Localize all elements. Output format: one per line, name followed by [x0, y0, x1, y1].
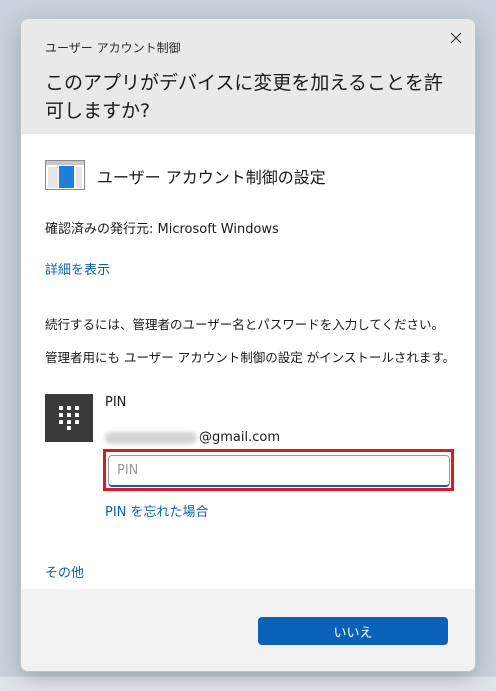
window-title: ユーザー アカウント制御	[45, 41, 181, 55]
close-button[interactable]	[445, 27, 467, 49]
show-details-link[interactable]: 詳細を表示	[45, 259, 110, 278]
pin-input[interactable]	[108, 455, 450, 487]
no-button[interactable]: いいえ	[258, 617, 448, 645]
install-note-text: 管理者用にも ユーザー アカウント制御の設定 がインストールされます。	[45, 350, 456, 365]
email-domain: @gmail.com	[199, 430, 281, 445]
dialog-footer: いいえ	[21, 589, 475, 671]
pin-keypad-icon	[59, 406, 79, 430]
publisher-info: 確認済みの発行元: Microsoft Windows	[45, 222, 279, 237]
close-icon	[450, 32, 462, 44]
forgot-pin-link[interactable]: PIN を忘れた場合	[105, 501, 209, 520]
uac-dialog: ユーザー アカウント制御 このアプリがデバイスに変更を加えることを許可しますか?…	[20, 18, 476, 672]
more-choices-link[interactable]: その他	[45, 562, 84, 581]
app-name: ユーザー アカウント制御の設定	[97, 168, 326, 187]
dialog-header: ユーザー アカウント制御 このアプリがデバイスに変更を加えることを許可しますか?	[21, 19, 475, 134]
redacted-username	[105, 431, 197, 444]
account-email: @gmail.com	[105, 427, 280, 445]
pin-credential-tile	[45, 394, 93, 442]
window-app-icon	[45, 160, 85, 190]
instruction-text: 続行するには、管理者のユーザー名とパスワードを入力してください。	[45, 317, 445, 332]
credential-type-label: PIN	[105, 395, 127, 410]
permission-question: このアプリがデバイスに変更を加えることを許可しますか?	[45, 72, 443, 122]
desktop-background	[0, 677, 496, 691]
